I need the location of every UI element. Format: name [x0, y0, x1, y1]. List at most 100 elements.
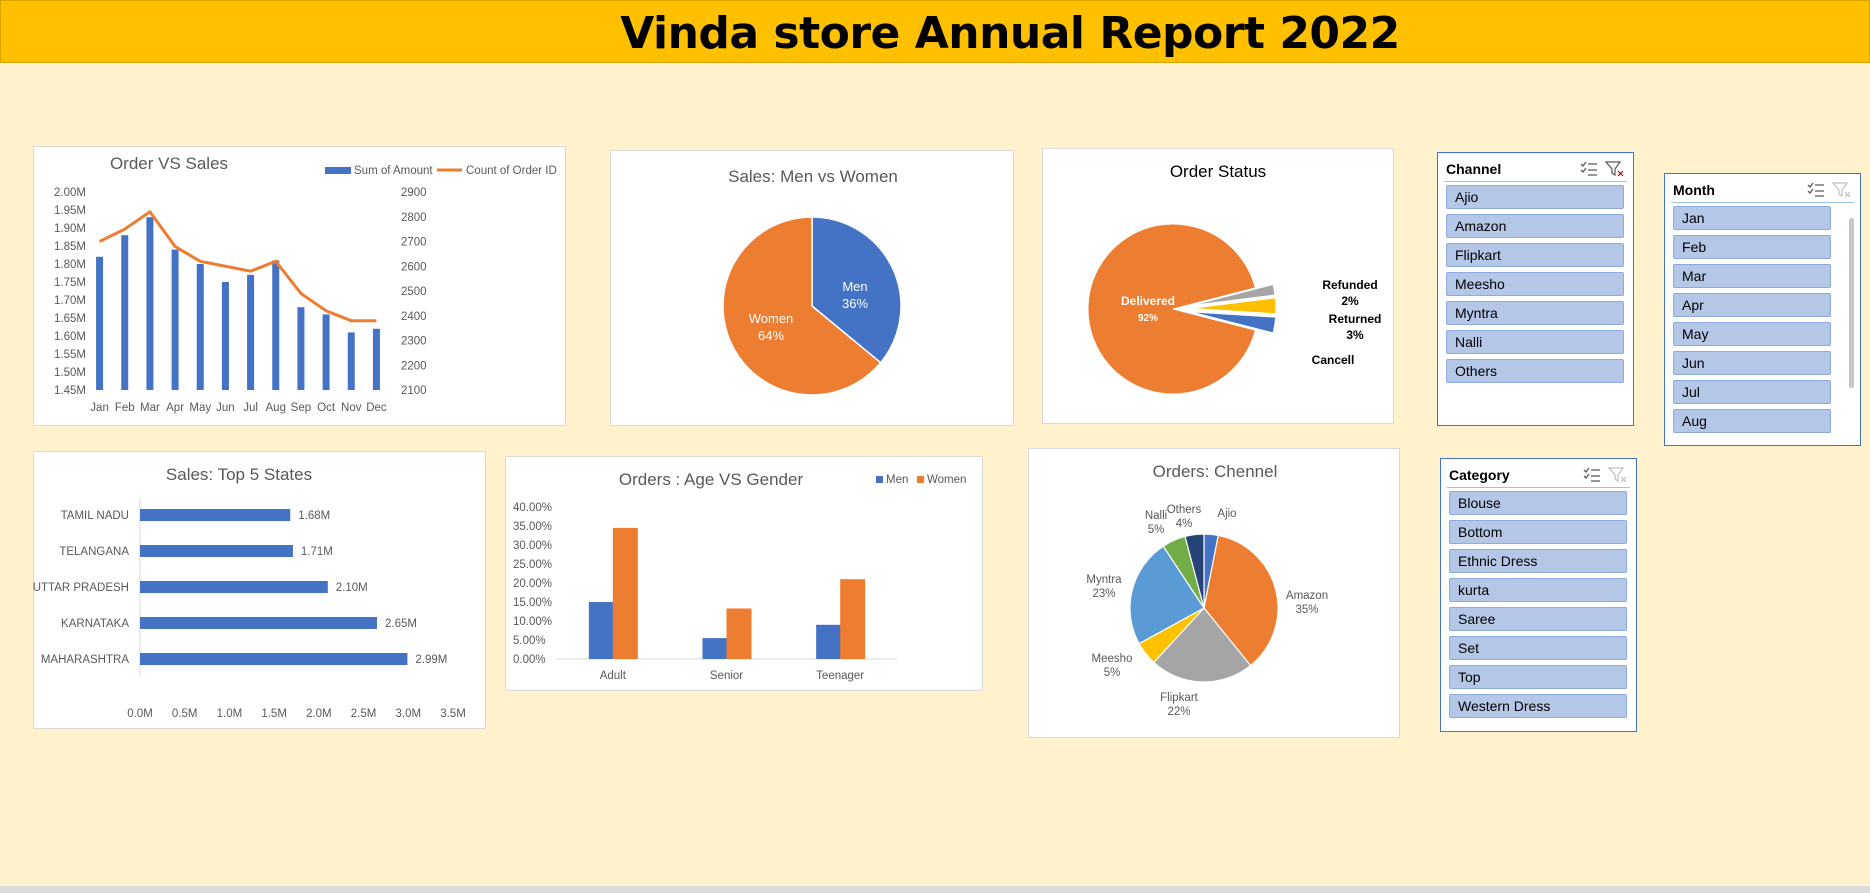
slicer-item[interactable]: Aug	[1673, 409, 1831, 433]
x-tick: 3.0M	[395, 708, 421, 720]
y-tick: TELANGANA	[59, 546, 129, 558]
slicer-item[interactable]: Myntra	[1446, 301, 1624, 325]
bar-men	[588, 602, 614, 659]
slicer-item[interactable]: Jul	[1673, 380, 1831, 404]
x-tick: Nov	[341, 402, 362, 414]
bar-amount	[96, 256, 104, 390]
slicer-item[interactable]: Feb	[1673, 235, 1831, 259]
bar-state	[140, 653, 408, 665]
bar-amount	[221, 282, 229, 390]
chart-title: Orders : Age VS Gender	[619, 470, 804, 489]
slicer-item[interactable]: Western Dress	[1449, 694, 1627, 718]
chart-title: Sales: Men vs Women	[728, 167, 898, 186]
y-right-tick: 2300	[401, 336, 427, 348]
slicer-item[interactable]: Others	[1446, 359, 1624, 383]
sheet-tabs-bar[interactable]	[0, 886, 1870, 893]
slice-label: Nalli	[1145, 510, 1167, 522]
slice-label: Cancell	[1312, 353, 1355, 367]
multi-select-icon[interactable]	[1579, 160, 1599, 178]
clear-filter-icon[interactable]	[1605, 160, 1625, 178]
slicer-item[interactable]: May	[1673, 322, 1831, 346]
clear-filter-icon[interactable]	[1832, 181, 1852, 199]
y-right-tick: 2400	[401, 311, 427, 323]
category-slicer[interactable]: Category Blouse Bottom Ethnic Dress kurta Sa…	[1440, 458, 1637, 732]
multi-select-icon[interactable]	[1806, 181, 1826, 199]
y-left-tick: 1.45M	[54, 385, 86, 397]
y-left-tick: 1.55M	[54, 349, 86, 361]
x-tick: Apr	[166, 402, 184, 414]
slicer-item[interactable]: Saree	[1449, 607, 1627, 631]
data-label: 2.10M	[336, 582, 368, 594]
y-tick: UTTAR PRADESH	[33, 582, 129, 594]
slicer-item[interactable]: Set	[1449, 636, 1627, 660]
y-tick: MAHARASHTRA	[41, 654, 130, 666]
clear-filter-icon[interactable]	[1608, 466, 1628, 484]
age-vs-gender-chart[interactable]: Orders : Age VS Gender Men Women 40.00% 35.0…	[505, 456, 983, 691]
bar-amount	[146, 217, 154, 390]
y-tick: 35.00%	[513, 521, 552, 533]
y-right-tick: 2500	[401, 286, 427, 298]
top5-states-chart[interactable]: Sales: Top 5 States TAMIL NADU 1.68M TELANG…	[33, 451, 486, 729]
legend-label-men: Men	[886, 474, 908, 486]
slicer-scrollbar[interactable]	[1849, 218, 1854, 388]
slice-pct: 64%	[758, 328, 784, 343]
y-left-tick: 2.00M	[54, 187, 86, 199]
slicer-title: Category	[1449, 467, 1510, 483]
slicer-item[interactable]: Nalli	[1446, 330, 1624, 354]
order-status-chart[interactable]: Order Status Delivered 92% Cancell Returned 3…	[1042, 148, 1394, 424]
legend-swatch-amount	[325, 167, 351, 174]
slicer-item[interactable]: Flipkart	[1446, 243, 1624, 267]
bar-amount	[272, 260, 280, 390]
y-left-tick: 1.50M	[54, 367, 86, 379]
data-label: 1.71M	[301, 546, 333, 558]
y-tick: 20.00%	[513, 578, 552, 590]
slicer-item[interactable]: Top	[1449, 665, 1627, 689]
x-tick: Senior	[710, 670, 743, 682]
y-tick: 25.00%	[513, 559, 552, 571]
slicer-item[interactable]: Meesho	[1446, 272, 1624, 296]
slice-label: Ajio	[1217, 508, 1236, 520]
slice-label: Returned	[1329, 312, 1382, 326]
y-tick: 5.00%	[513, 635, 546, 647]
bar-amount	[297, 307, 305, 390]
slice-label: Meesho	[1092, 653, 1133, 665]
slice-label: Amazon	[1286, 590, 1328, 602]
slicer-item[interactable]: Apr	[1673, 293, 1831, 317]
y-tick: 10.00%	[513, 616, 552, 628]
slicer-item[interactable]: Ajio	[1446, 185, 1624, 209]
order-vs-sales-chart[interactable]: Order VS Sales Sum of Amount Count of Orde…	[33, 146, 566, 426]
slice-label: Myntra	[1086, 574, 1122, 586]
y-left-tick: 1.75M	[54, 277, 86, 289]
x-tick: Sep	[291, 402, 311, 414]
orders-channel-chart[interactable]: Orders: Chennel Ajio Amazon 35% Flipkart 22% M…	[1028, 448, 1400, 738]
slicer-item[interactable]: Mar	[1673, 264, 1831, 288]
y-left-tick: 1.90M	[54, 223, 86, 235]
channel-slicer[interactable]: Channel Ajio Amazon Flipkart Meesho Myntra Na…	[1437, 152, 1634, 426]
y-right-tick: 2200	[401, 360, 427, 372]
slice-pct: 23%	[1092, 588, 1115, 600]
x-tick: 2.0M	[306, 708, 332, 720]
legend-label-amount: Sum of Amount	[354, 165, 433, 177]
bar-men	[816, 624, 842, 659]
slicer-item[interactable]: Jan	[1673, 206, 1831, 230]
y-left-tick: 1.65M	[54, 313, 86, 325]
slicer-item[interactable]: Bottom	[1449, 520, 1627, 544]
slicer-item[interactable]: Amazon	[1446, 214, 1624, 238]
slice-label: Women	[749, 311, 794, 326]
slicer-item[interactable]: kurta	[1449, 578, 1627, 602]
bar-amount	[372, 328, 380, 390]
slice-label: Men	[842, 279, 867, 294]
multi-select-icon[interactable]	[1582, 466, 1602, 484]
month-slicer[interactable]: Month Jan Feb Mar Apr May Jun Jul Aug	[1664, 173, 1861, 446]
y-left-tick: 1.95M	[54, 205, 86, 217]
legend-swatch-women	[917, 476, 924, 483]
bar-state	[140, 545, 293, 557]
men-vs-women-chart[interactable]: Sales: Men vs Women Men 36% Women 64%	[610, 150, 1014, 426]
slicer-item[interactable]: Blouse	[1449, 491, 1627, 515]
slicer-item[interactable]: Ethnic Dress	[1449, 549, 1627, 573]
slicer-header: Category	[1447, 463, 1630, 488]
bar-amount	[196, 264, 204, 390]
x-tick: Teenager	[816, 670, 864, 682]
slicer-item[interactable]: Jun	[1673, 351, 1831, 375]
x-tick: Jul	[243, 402, 258, 414]
